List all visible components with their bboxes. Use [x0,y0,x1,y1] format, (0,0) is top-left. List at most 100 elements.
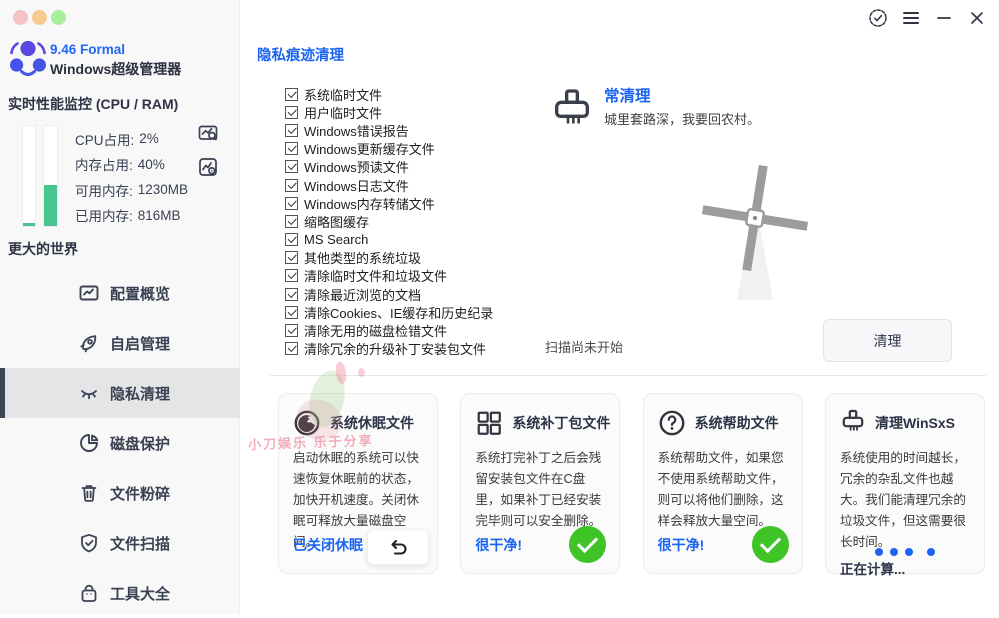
sidebar-item-disk-protect[interactable]: 磁盘保护 [0,418,240,468]
used-ram-row: 已用内存: 816MB [75,203,188,229]
windmill-illustration [692,158,822,308]
checkbox-checked-icon[interactable] [285,251,298,264]
checkbox-checked-icon[interactable] [285,142,298,155]
checkbox-item[interactable]: 清除最近浏览的文档 [285,285,493,303]
sidebar-menu: 配置概览 自启管理 隐私清理 [0,268,240,618]
card-description: 系统使用的时间越长，冗余的杂乱文件也越大。我们能清理冗余的垃圾文件，但这需要很长… [840,448,970,552]
sidebar-item-label: 磁盘保护 [110,433,170,454]
sidebar-item-label: 文件扫描 [110,533,170,554]
app-version: 9.46 Formal [50,42,125,57]
checkbox-item[interactable]: Windows内存转储文件 [285,194,493,212]
sidebar-item-file-scan[interactable]: 文件扫描 [0,518,240,568]
checkbox-item[interactable]: Windows日志文件 [285,176,493,194]
checkbox-checked-icon[interactable] [285,269,298,282]
checkbox-item[interactable]: 清除临时文件和垃圾文件 [285,267,493,285]
checkbox-checked-icon[interactable] [285,215,298,228]
world-section-title: 更大的世界 [8,239,78,259]
loading-dots-icon [826,543,984,561]
closed-eye-icon [78,382,100,404]
sidebar-item-label: 配置概览 [110,283,170,304]
broom-icon [552,87,592,135]
ram-meter [43,125,58,227]
checkbox-checked-icon[interactable] [285,324,298,337]
patch-grid-icon [475,409,503,437]
sidebar-item-label: 自启管理 [110,333,170,354]
checkbox-item[interactable]: 清除Cookies、IE缓存和历史纪录 [285,303,493,321]
titlebar-controls [861,6,993,30]
card-status-link[interactable]: 已关闭休眠 [293,535,363,555]
sidebar-item-label: 工具大全 [110,583,170,604]
checkbox-item[interactable]: Windows预读文件 [285,158,493,176]
checkbox-item[interactable]: MS Search [285,231,493,249]
question-circle-icon [658,409,686,437]
sidebar-item-overview[interactable]: 配置概览 [0,268,240,318]
clean-section-subtitle: 城里套路深，我要回农村。 [604,109,760,128]
app-name: Windows超级管理器 [50,59,181,79]
cpu-meter [22,125,36,227]
checkbox-checked-icon[interactable] [285,288,298,301]
card-help-files: 系统帮助文件 系统帮助文件，如果您不使用系统帮助文件，则可以将他们删除，这样会释… [643,393,803,574]
main-content: 隐私痕迹清理 系统临时文件 用户临时文件 Windows错误报告 Windows… [240,0,999,614]
overview-chart-icon [78,282,100,304]
checkbox-checked-icon[interactable] [285,197,298,210]
free-ram-row: 可用内存: 1230MB [75,177,188,203]
scan-status-text: 扫描尚未开始 [545,337,623,356]
card-title: 清理WinSxS [875,413,955,433]
checkbox-checked-icon[interactable] [285,160,298,173]
checkbox-checked-icon[interactable] [285,124,298,137]
sidebar-item-privacy-clean[interactable]: 隐私清理 [0,368,240,418]
performance-monitor-title: 实时性能监控 (CPU / RAM) [8,94,178,114]
card-title: 系统休眠文件 [330,413,414,433]
sleep-moon-icon [293,409,321,437]
sidebar-item-file-shred[interactable]: 文件粉碎 [0,468,240,518]
page-title: 隐私痕迹清理 [257,44,344,65]
sidebar-item-label: 文件粉碎 [110,483,170,504]
screen-search-icon[interactable] [197,123,219,145]
section-divider [270,375,986,376]
chart-settings-icon[interactable] [197,156,219,178]
checkbox-item[interactable]: Windows更新缓存文件 [285,140,493,158]
checkbox-item[interactable]: 清除无用的磁盘检错文件 [285,321,493,339]
pie-chart-icon [78,432,100,454]
ram-usage-row: 内存占用: 40% [75,152,188,178]
checkbox-item[interactable]: 系统临时文件 [285,85,493,103]
checkbox-checked-icon[interactable] [285,342,298,355]
privacy-checkbox-list: 系统临时文件 用户临时文件 Windows错误报告 Windows更新缓存文件 … [285,85,493,358]
card-status-link[interactable]: 很干净! [475,535,522,555]
trash-icon [78,482,100,504]
performance-stats: CPU占用: 2% 内存占用: 40% 可用内存: 1230MB 已用内存: 8… [75,126,188,228]
close-icon[interactable] [960,6,993,30]
checkbox-checked-icon[interactable] [285,233,298,246]
checkbox-item[interactable]: 其他类型的系统垃圾 [285,249,493,267]
broom-icon [840,409,866,437]
card-title: 系统补丁包文件 [512,413,610,433]
rocket-icon [78,332,100,354]
checkbox-checked-icon[interactable] [285,106,298,119]
card-description: 系统帮助文件，如果您不使用系统帮助文件，则可以将他们删除，这样会释放大量空间。 [658,448,788,532]
checkbox-item[interactable]: 用户临时文件 [285,103,493,121]
cpu-meter-fill [23,223,35,226]
checkbox-checked-icon[interactable] [285,179,298,192]
sidebar-item-tools[interactable]: 工具大全 [0,568,240,618]
card-description: 系统打完补丁之后会残留安装包文件在C盘里，如果补丁已经安装完毕则可以安全删除。 [475,448,605,532]
checkbox-item[interactable]: 清除冗余的升级补丁安装包文件 [285,340,493,358]
menu-icon[interactable] [894,6,927,30]
checkbox-item[interactable]: Windows错误报告 [285,121,493,139]
maximize-dot-icon[interactable] [51,10,66,25]
clean-button[interactable]: 清理 [823,319,952,362]
undo-button[interactable] [367,529,429,565]
minimize-icon[interactable] [927,6,960,30]
close-dot-icon[interactable] [13,10,28,25]
calculating-status: 正在计算... [840,558,970,578]
checkbox-checked-icon[interactable] [285,88,298,101]
green-check-icon [752,526,789,563]
checkbox-item[interactable]: 缩略图缓存 [285,212,493,230]
verified-badge-icon[interactable] [861,6,894,30]
sidebar-item-autostart[interactable]: 自启管理 [0,318,240,368]
card-hibernation: 系统休眠文件 启动休眠的系统可以快速恢复休眠前的状态，加快开机速度。关闭休眠可释… [278,393,438,574]
minimize-dot-icon[interactable] [32,10,47,25]
card-winsxs: 清理WinSxS 系统使用的时间越长，冗余的杂乱文件也越大。我们能清理冗余的垃圾… [825,393,985,574]
checkbox-checked-icon[interactable] [285,306,298,319]
app-logo-icon [8,38,48,82]
card-status-link[interactable]: 很干净! [658,535,705,555]
